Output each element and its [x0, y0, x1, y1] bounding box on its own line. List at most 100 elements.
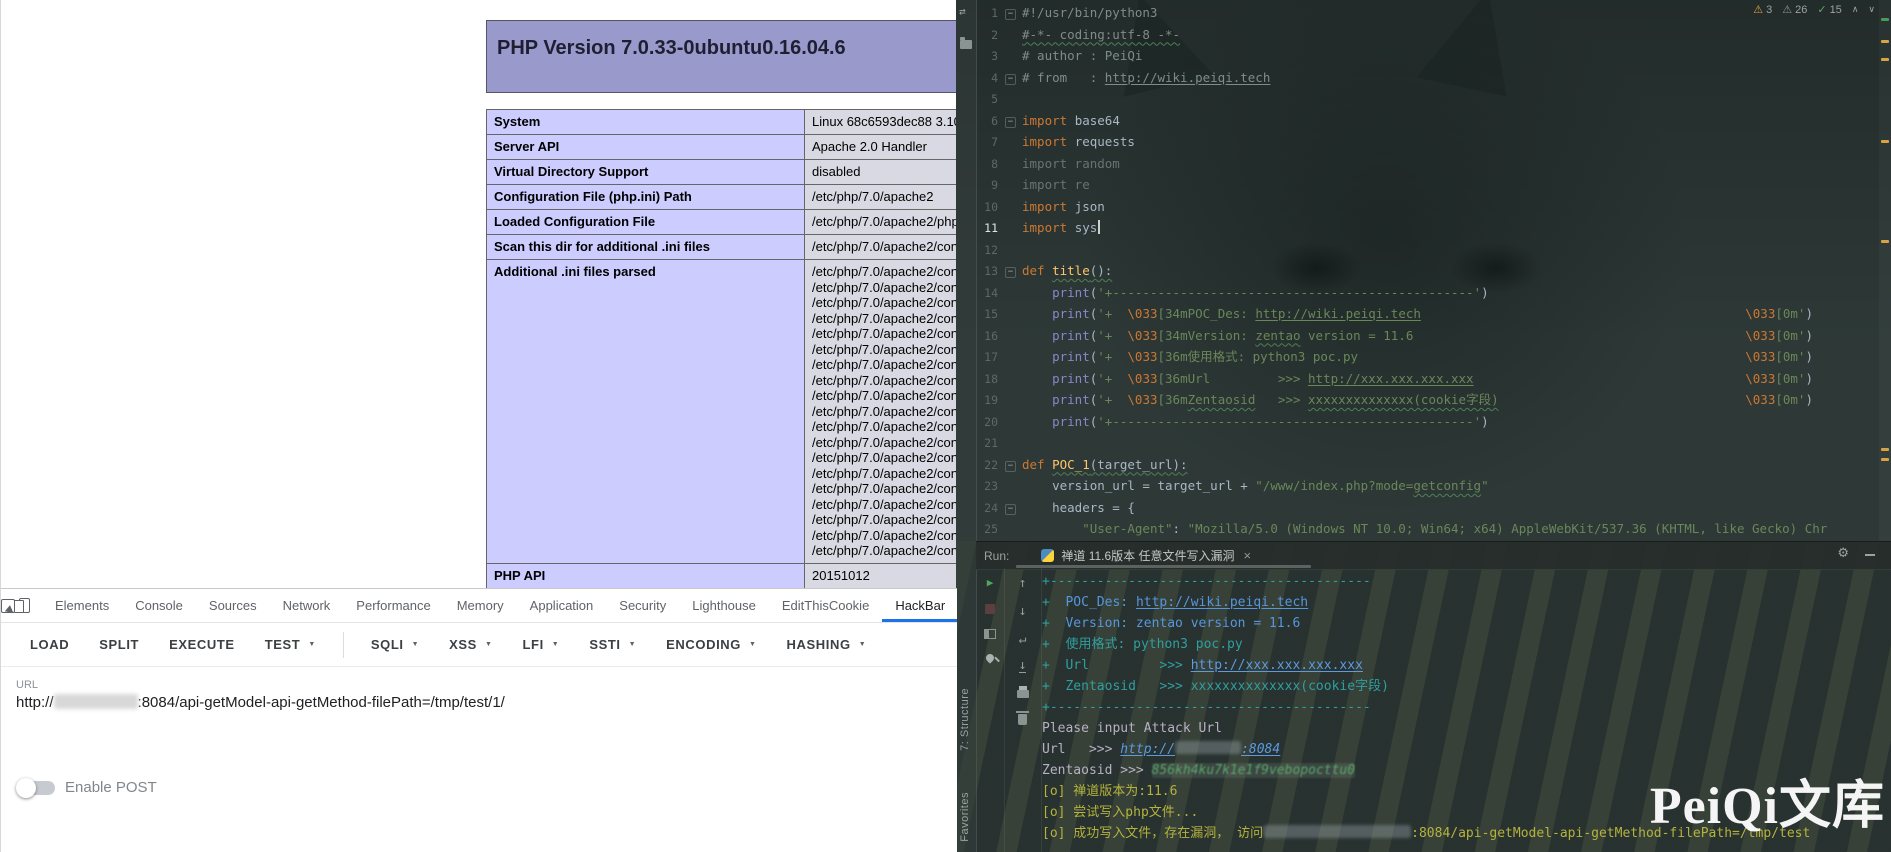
- code-line-20[interactable]: 20 print('+-----------------------------…: [976, 411, 1877, 433]
- structure-tool-button[interactable]: 7: Structure: [959, 688, 971, 751]
- code-line-1[interactable]: 1−#!/usr/bin/python3: [976, 2, 1877, 24]
- gear-icon[interactable]: [1837, 546, 1849, 561]
- hackbar-button-hashing[interactable]: HASHING: [772, 623, 882, 666]
- code-line-24[interactable]: 24− headers = {: [976, 497, 1877, 519]
- devtools-tab-application[interactable]: Application: [517, 589, 607, 622]
- url-path: :8084/api-getModel-api-getMethod-filePat…: [138, 694, 505, 711]
- next-problem-icon[interactable]: [1868, 4, 1875, 15]
- console-link[interactable]: http://wiki.peiqi.tech: [1136, 595, 1308, 610]
- code-line-7[interactable]: 7import requests: [976, 131, 1877, 153]
- code-line-22[interactable]: 22−def POC_1(target_url):: [976, 454, 1877, 476]
- code-line-8[interactable]: 8import random: [976, 153, 1877, 175]
- code-token: [1022, 328, 1052, 343]
- devtools-tab-sources[interactable]: Sources: [196, 589, 270, 622]
- fold-marker-icon[interactable]: −: [1005, 461, 1016, 472]
- soft-wrap-button[interactable]: [1019, 632, 1027, 647]
- url-input[interactable]: http://:8084/api-getModel-api-getMethod-…: [16, 694, 505, 711]
- line-number: 8: [976, 154, 998, 176]
- code-line-18[interactable]: 18 print('+ \033[36mUrl >>> http://xxx.x…: [976, 368, 1877, 390]
- rerun-button[interactable]: [987, 576, 994, 589]
- clear-console-button[interactable]: [1018, 714, 1027, 725]
- devtools-tab-console[interactable]: Console: [122, 589, 196, 622]
- hackbar-button-test[interactable]: TEST: [250, 623, 331, 666]
- code-line-6[interactable]: 6−import base64: [976, 110, 1877, 132]
- code-line-17[interactable]: 17 print('+ \033[36m使用格式: python3 poc.py…: [976, 346, 1877, 368]
- devtools-tab-memory[interactable]: Memory: [444, 589, 517, 622]
- enable-post-toggle[interactable]: [19, 781, 55, 795]
- scroll-to-end-button[interactable]: [1019, 660, 1027, 673]
- hackbar-button-load[interactable]: LOAD: [15, 623, 84, 666]
- code-line-13[interactable]: 13−def title():: [976, 260, 1877, 282]
- console-text: 856kh4ku7k1e1f9vebopocttu0: [1152, 763, 1356, 778]
- devtools-tab-hackbar[interactable]: HackBar: [882, 589, 957, 622]
- code-line-11[interactable]: 11import sys: [976, 217, 1877, 239]
- code-token: title: [1052, 263, 1090, 278]
- print-icon[interactable]: [1017, 690, 1029, 698]
- inspect-element-button[interactable]: [1, 593, 15, 619]
- hackbar-button-sqli[interactable]: SQLI: [356, 623, 434, 666]
- warning-icon[interactable]: ⚠3: [1753, 3, 1772, 16]
- code-token-tail: \033[0m'): [1745, 303, 1813, 325]
- typos-icon[interactable]: ✓15: [1817, 3, 1841, 16]
- code-editor[interactable]: 1−#!/usr/bin/python32#-*- coding:utf-8 -…: [976, 2, 1877, 540]
- code-line-5[interactable]: 5: [976, 88, 1877, 110]
- editor-scrollbar[interactable]: [1879, 0, 1891, 541]
- minimize-icon[interactable]: [1865, 554, 1875, 556]
- code-line-3[interactable]: 3# author : PeiQi: [976, 45, 1877, 67]
- pin-tab-button[interactable]: [984, 652, 995, 663]
- code-line-4[interactable]: 4−# from : http://wiki.peiqi.tech: [976, 67, 1877, 89]
- devtools-tab-lighthouse[interactable]: Lighthouse: [679, 589, 769, 622]
- fold-marker-icon[interactable]: −: [1005, 267, 1016, 278]
- hackbar-button-encoding[interactable]: ENCODING: [651, 623, 771, 666]
- previous-problem-icon[interactable]: [1852, 4, 1859, 15]
- devtools-tab-network[interactable]: Network: [270, 589, 344, 622]
- code-line-19[interactable]: 19 print('+ \033[36mZentaosid >>> xxxxxx…: [976, 389, 1877, 411]
- tool-window-swap-icon[interactable]: [959, 5, 966, 18]
- console-link[interactable]: :8084: [1241, 742, 1280, 757]
- hackbar-button-xss[interactable]: XSS: [434, 623, 507, 666]
- code-token: \033: [1127, 328, 1157, 343]
- fold-marker-icon[interactable]: −: [1005, 504, 1016, 515]
- code-line-2[interactable]: 2#-*- coding:utf-8 -*-: [976, 24, 1877, 46]
- line-number: 20: [976, 412, 998, 434]
- devtools-tab-elements[interactable]: Elements: [42, 589, 122, 622]
- favorites-tool-button[interactable]: Favorites: [959, 792, 971, 842]
- stop-button[interactable]: [985, 604, 995, 614]
- project-folder-icon[interactable]: [960, 40, 972, 49]
- code-line-25[interactable]: 25 "User-Agent": "Mozilla/5.0 (Windows N…: [976, 518, 1877, 540]
- devtools-tab-performance[interactable]: Performance: [343, 589, 443, 622]
- run-tab-title[interactable]: 禅道 11.6版本 任意文件写入漏洞: [1061, 547, 1234, 564]
- code-token: [36m: [1158, 392, 1188, 407]
- line-number: 4: [976, 68, 998, 90]
- code-line-12[interactable]: 12: [976, 239, 1877, 261]
- hackbar-button-ssti[interactable]: SSTI: [574, 623, 651, 666]
- restore-layout-button[interactable]: [984, 629, 996, 639]
- code-token: print: [1052, 392, 1090, 407]
- warning-icon[interactable]: ⚠26: [1782, 3, 1807, 16]
- code-line-23[interactable]: 23 version_url = target_url + "/www/inde…: [976, 475, 1877, 497]
- code-line-15[interactable]: 15 print('+ \033[34mPOC_Des: http://wiki…: [976, 303, 1877, 325]
- code-line-10[interactable]: 10import json: [976, 196, 1877, 218]
- code-token: (target_url):: [1090, 457, 1188, 472]
- code-token: "/www/index.php?mode=: [1255, 478, 1413, 493]
- code-line-9[interactable]: 9import re: [976, 174, 1877, 196]
- hackbar-button-lfi[interactable]: LFI: [507, 623, 574, 666]
- down-stack-trace-button[interactable]: [1019, 604, 1027, 619]
- code-line-21[interactable]: 21: [976, 432, 1877, 454]
- hackbar-button-split[interactable]: SPLIT: [84, 623, 154, 666]
- console-link[interactable]: http://xxx.xxx.xxx.xxx: [1191, 658, 1363, 673]
- line-number: 7: [976, 132, 998, 154]
- fold-marker-icon[interactable]: −: [1005, 74, 1016, 85]
- devtools-tab-editthiscookie[interactable]: EditThisCookie: [769, 589, 882, 622]
- fold-marker-icon[interactable]: −: [1005, 117, 1016, 128]
- fold-marker-icon[interactable]: −: [1005, 9, 1016, 20]
- code-line-16[interactable]: 16 print('+ \033[34mVersion: zentao vers…: [976, 325, 1877, 347]
- code-token: [1022, 392, 1052, 407]
- hackbar-button-execute[interactable]: EXECUTE: [154, 623, 250, 666]
- console-link[interactable]: http://: [1120, 742, 1175, 757]
- close-icon[interactable]: [1244, 548, 1252, 563]
- up-stack-trace-button[interactable]: [1019, 576, 1027, 591]
- devtools-tab-security[interactable]: Security: [606, 589, 679, 622]
- code-line-14[interactable]: 14 print('+-----------------------------…: [976, 282, 1877, 304]
- phpinfo-value: /etc/php/7.0/apache2/php: [805, 210, 958, 235]
